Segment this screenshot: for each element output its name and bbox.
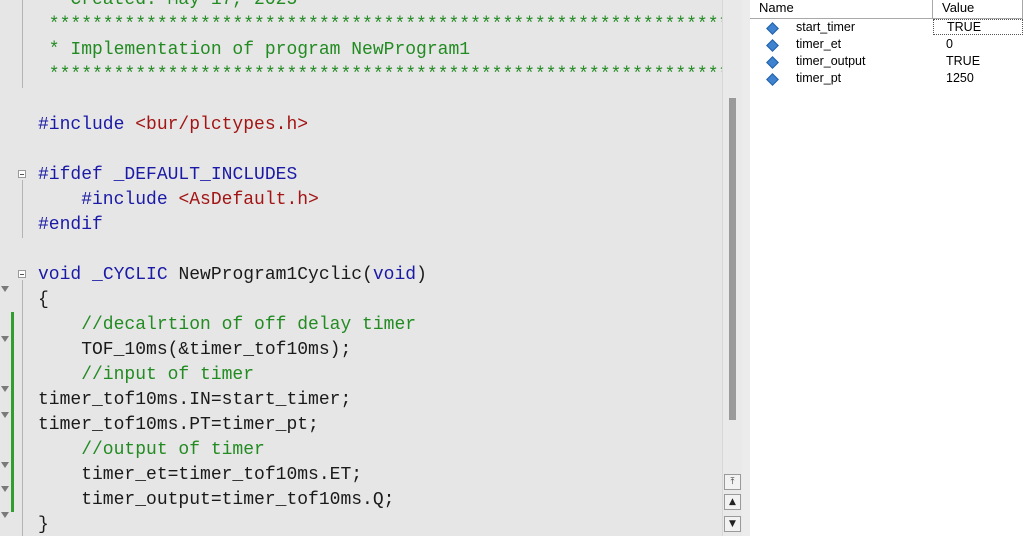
code-line[interactable]: //input of timer (38, 363, 254, 388)
column-header-value[interactable]: Value (933, 0, 1023, 18)
breakpoint-marker-icon (1, 386, 9, 392)
scroll-down-button[interactable]: ▼ (724, 516, 741, 532)
code-token: Created: May 17, 2025 (38, 0, 298, 10)
variable-value[interactable]: 0 (946, 36, 953, 53)
watch-row[interactable]: timer_et 0 (750, 36, 1023, 53)
code-line[interactable]: timer_tof10ms.IN=start_timer; (38, 388, 351, 413)
fold-toggle-icon[interactable] (18, 270, 26, 278)
modified-line-marker (11, 312, 14, 512)
code-token: //output of timer (38, 440, 265, 460)
variable-diamond-icon (766, 22, 779, 35)
code-token: } (38, 515, 49, 535)
code-token: <bur/plctypes.h> (135, 115, 309, 135)
code-line[interactable]: timer_tof10ms.PT=timer_pt; (38, 413, 319, 438)
code-line[interactable]: //output of timer (38, 438, 265, 463)
variable-name: timer_et (796, 37, 842, 51)
breakpoint-marker-icon (1, 412, 9, 418)
code-line[interactable]: } (38, 513, 49, 536)
code-line[interactable]: void _CYCLIC NewProgram1Cyclic(void) (38, 263, 427, 288)
code-token: <AsDefault.h> (178, 190, 319, 210)
code-token: #include (38, 115, 136, 135)
code-token: _CYCLIC (92, 265, 179, 285)
code-token: { (38, 290, 49, 310)
code-token: void (372, 265, 417, 285)
watch-panel: Name Value start_timer TRUE timer_et 0 timer… (750, 0, 1023, 536)
variable-value[interactable]: 1250 (946, 70, 974, 87)
variable-name: timer_pt (796, 71, 842, 85)
variable-value[interactable]: TRUE (933, 19, 1023, 35)
variable-diamond-icon (766, 73, 779, 86)
variable-name: start_timer (796, 20, 856, 34)
breakpoint-marker-icon (1, 486, 9, 492)
code-line[interactable]: ****************************************… (38, 13, 722, 38)
code-token: ****************************************… (48, 15, 722, 35)
code-line[interactable]: #include <bur/plctypes.h> (38, 113, 308, 138)
code-line[interactable]: #ifdef _DEFAULT_INCLUDES (38, 163, 297, 188)
watch-row[interactable]: timer_output TRUE (750, 53, 1023, 70)
column-header-name[interactable]: Name (750, 0, 933, 18)
fold-guide-line (22, 180, 23, 238)
scroll-up-icon: ▲ (729, 497, 736, 507)
code-line[interactable]: #endif (38, 213, 103, 238)
code-line[interactable]: Created: May 17, 2025 (38, 0, 297, 13)
code-line[interactable]: ****************************************… (38, 63, 722, 88)
code-line[interactable]: TOF_10ms(&timer_tof10ms); (38, 338, 351, 363)
fold-guide-line (22, 280, 23, 536)
code-token: TOF_10ms(&timer_tof10ms); (38, 340, 352, 360)
code-token: #include (38, 190, 179, 210)
variable-value[interactable]: TRUE (946, 53, 980, 70)
watch-header: Name Value (750, 0, 1023, 19)
code-token: NewProgram1Cyclic( (178, 265, 373, 285)
code-token: timer_tof10ms.IN=start_timer; (38, 390, 352, 410)
code-token: ****************************************… (48, 65, 722, 85)
code-line[interactable]: timer_et=timer_tof10ms.ET; (38, 463, 362, 488)
code-line[interactable]: //decalrtion of off delay timer (38, 313, 416, 338)
code-token: #ifdef (38, 165, 114, 185)
code-token: timer_et=timer_tof10ms.ET; (38, 465, 363, 485)
editor-vertical-scrollbar[interactable]: ⤒ ▲ ▼ (722, 0, 743, 536)
breakpoint-marker-icon (1, 336, 9, 342)
scrollbar-thumb[interactable] (729, 98, 736, 420)
breakpoint-marker-icon (1, 512, 9, 518)
code-token: _DEFAULT_INCLUDES (113, 165, 298, 185)
code-token: ) (416, 265, 427, 285)
code-token: //input of timer (38, 365, 255, 385)
code-token: //decalrtion of off delay timer (38, 315, 417, 335)
watch-row[interactable]: timer_pt 1250 (750, 70, 1023, 87)
variable-diamond-icon (766, 56, 779, 69)
watch-row[interactable]: start_timer TRUE (750, 19, 1023, 36)
variable-diamond-icon (766, 39, 779, 52)
scroll-to-top-icon: ⤒ (730, 477, 735, 487)
scroll-up-button[interactable]: ▲ (724, 494, 741, 510)
code-token: timer_output=timer_tof10ms.Q; (38, 490, 395, 510)
code-token: void (38, 265, 93, 285)
breakpoint-marker-icon (1, 462, 9, 468)
code-line[interactable]: timer_output=timer_tof10ms.Q; (38, 488, 394, 513)
breakpoint-marker-icon (1, 286, 9, 292)
code-line[interactable]: #include <AsDefault.h> (38, 188, 319, 213)
scroll-to-top-button[interactable]: ⤒ (724, 474, 741, 490)
code-line[interactable]: * Implementation of program NewProgram1 (38, 38, 470, 63)
scroll-down-icon: ▼ (729, 519, 736, 529)
code-token: * Implementation of program NewProgram1 (38, 40, 471, 60)
code-editor[interactable]: Created: May 17, 2025 ******************… (0, 0, 722, 536)
fold-toggle-icon[interactable] (18, 170, 26, 178)
panel-splitter[interactable] (742, 0, 750, 536)
code-token: timer_tof10ms.PT=timer_pt; (38, 415, 319, 435)
fold-guide-line (22, 0, 23, 88)
code-token: #endif (38, 215, 103, 235)
variable-name: timer_output (796, 54, 866, 68)
code-line[interactable]: { (38, 288, 49, 313)
